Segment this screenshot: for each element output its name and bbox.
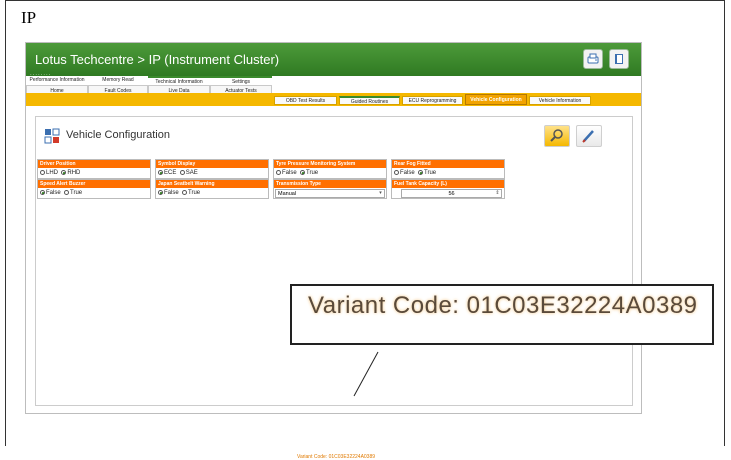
configuration-panel: Vehicle Configuration Driver Position LH… [35,116,633,460]
tab-settings[interactable]: Settings [210,76,272,85]
field-label: Fuel Tank Capacity (L) [392,180,504,188]
field-label: Japan Seatbelt Warning [156,180,268,188]
tab-vehicle-configuration[interactable]: Vehicle Configuration [465,94,527,105]
option-label: RHD [67,170,81,176]
option-label: True [306,170,319,176]
book-icon [615,54,623,64]
field-label: Symbol Display [156,160,268,168]
tab-technical-information[interactable]: Technical Information [148,76,210,85]
japan-seatbelt-field: Japan Seatbelt Warning False True [155,179,269,199]
option-label: LHD [46,170,59,176]
field-label: Speed Alert Buzzer [38,180,150,188]
field-label: Tyre Pressure Monitoring System [274,160,386,168]
tab-performance-information[interactable]: Performance Information [26,76,88,85]
print-icon [587,53,599,64]
write-button[interactable] [576,125,602,147]
tab-bar: OBD Test Results Guided Routines ECU Rep… [26,93,641,106]
field-label: Transmission Type [274,180,386,188]
transmission-field: Transmission Type Manual ▾ [273,179,387,199]
tab-obd-test-results[interactable]: OBD Test Results [274,96,337,105]
select-value: Manual [278,191,297,197]
magnifier-icon [550,129,563,142]
option-label: False [282,170,297,176]
app-titlebar: Lotus Techcentre > IP (Instrument Cluste… [26,43,641,77]
option-label: SAE [185,170,198,176]
option-label: False [46,190,61,196]
pen-icon [582,130,594,143]
tab-vehicle-information[interactable]: Vehicle Information [529,96,591,105]
print-button[interactable] [583,49,603,69]
variant-code: Variant Code: 01C03E32224A0389 [297,454,376,460]
field-label: Driver Position [38,160,150,168]
option-label: ECE [164,170,177,176]
page-title: Vehicle Configuration [66,129,170,141]
option-label: True [188,190,201,196]
configuration-icon [44,128,60,144]
chevron-down-icon: ▾ [379,190,382,196]
radio-speed-alert-false[interactable] [40,190,45,195]
radio-lhd[interactable] [40,170,45,175]
speed-alert-field: Speed Alert Buzzer False True [37,179,151,199]
option-label: False [164,190,179,196]
radio-tpms-false[interactable] [276,170,281,175]
radio-ece[interactable] [158,170,163,175]
option-label: True [70,190,83,196]
driver-position-field: Driver Position LHD RHD [37,159,151,179]
radio-seatbelt-false[interactable] [158,190,163,195]
fuel-tank-stepper[interactable]: 56 ⇕ [401,189,502,198]
app-title: Lotus Techcentre > IP (Instrument Cluste… [35,52,280,67]
tab-guided-routines[interactable]: Guided Routines [339,96,400,105]
radio-speed-alert-true[interactable] [64,190,70,195]
search-button[interactable] [544,125,570,147]
option-label: True [424,170,437,176]
option-label: False [400,170,415,176]
tpms-field: Tyre Pressure Monitoring System False Tr… [273,159,387,179]
radio-seatbelt-true[interactable] [182,190,188,195]
app-window: Lotus Techcentre > IP (Instrument Cluste… [25,42,642,460]
radio-rhd[interactable] [61,170,67,175]
spinner-arrows-icon: ⇕ [495,190,500,196]
variant-code-callout: Variant Code: 01C03E32224A0389 [290,284,714,345]
radio-tpms-true[interactable] [300,170,306,175]
radio-sae[interactable] [179,170,185,175]
tab-ecu-reprogramming[interactable]: ECU Reprogramming [402,96,463,105]
symbol-display-field: Symbol Display ECE SAE [155,159,269,179]
rear-fog-field: Rear Fog Fitted False True [391,159,505,179]
help-button[interactable] [609,49,629,69]
fuel-tank-field: Fuel Tank Capacity (L) 56 ⇕ [391,179,505,199]
field-label: Rear Fog Fitted [392,160,504,168]
callout-leader-line [353,351,379,397]
stepper-value: 56 [448,191,455,197]
radio-rear-fog-true[interactable] [418,170,424,175]
variant-code-zoomed: Variant Code: 01C03E32224A0389 [308,292,698,319]
tab-memory-read[interactable]: Memory Read [88,76,148,85]
transmission-select[interactable]: Manual ▾ [275,189,385,198]
document-title: IP [21,8,37,27]
radio-rear-fog-false[interactable] [394,170,399,175]
